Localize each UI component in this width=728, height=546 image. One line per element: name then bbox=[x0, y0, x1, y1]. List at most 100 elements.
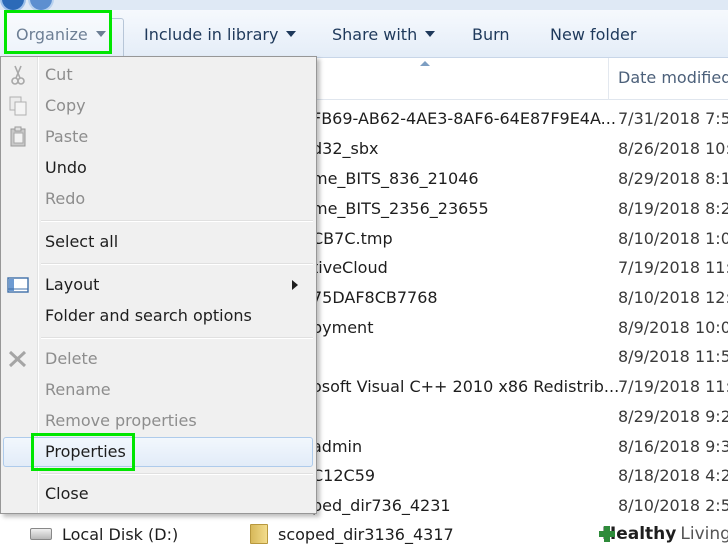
menu-item-label: Rename bbox=[45, 380, 111, 399]
column-header-date-modified[interactable]: Date modified bbox=[618, 68, 728, 87]
burn-button[interactable]: Burn bbox=[472, 10, 510, 58]
menu-item-label: Close bbox=[45, 484, 89, 503]
file-name: 75DAF8CB7768 bbox=[312, 288, 438, 307]
menu-item-label: Select all bbox=[45, 232, 119, 251]
table-row[interactable]: osoft Visual C++ 2010 x86 Redistrib... 7/… bbox=[250, 371, 728, 401]
file-date: 7/19/2018 11:4 bbox=[618, 258, 728, 277]
menu-item-label: Folder and search options bbox=[45, 306, 252, 325]
column-header-row: Date modified bbox=[250, 58, 728, 100]
column-divider[interactable] bbox=[608, 58, 609, 100]
menu-item-select-all[interactable]: Select all bbox=[1, 227, 316, 257]
table-row[interactable]: pyment 8/9/2018 10:06 bbox=[250, 312, 728, 342]
file-name: C12C59 bbox=[312, 466, 376, 485]
menu-item-copy[interactable]: Copy bbox=[1, 91, 316, 121]
file-date: 8/29/2018 9:26 bbox=[618, 407, 728, 426]
file-date: 8/9/2018 10:06 bbox=[618, 318, 728, 337]
burn-label: Burn bbox=[472, 24, 510, 44]
window-top-strip bbox=[0, 0, 728, 10]
file-name: admin bbox=[312, 437, 363, 456]
menu-separator bbox=[41, 263, 313, 265]
clipboard-icon bbox=[10, 126, 26, 147]
menu-item-label: Delete bbox=[45, 349, 98, 368]
file-name: CB7C.tmp bbox=[312, 229, 393, 248]
menu-item-folder-options[interactable]: Folder and search options bbox=[1, 301, 316, 331]
menu-item-undo[interactable]: Undo bbox=[1, 153, 316, 183]
list-item-folder[interactable]: scoped_dir3136_4317 bbox=[250, 522, 454, 546]
menu-item-close[interactable]: Close bbox=[1, 479, 316, 509]
file-date: 8/10/2018 2:57 bbox=[618, 496, 728, 515]
file-date: 7/19/2018 11:4 bbox=[618, 377, 728, 396]
share-with-label: Share with bbox=[332, 24, 418, 44]
menu-item-label: Redo bbox=[45, 189, 86, 208]
organize-menu: Cut Copy Paste Undo Redo Select all Layo… bbox=[0, 56, 317, 514]
menu-item-delete[interactable]: Delete bbox=[1, 344, 316, 374]
table-row[interactable]: admin 8/16/2018 9:36 bbox=[250, 431, 728, 461]
menu-item-redo[interactable]: Redo bbox=[1, 184, 316, 214]
table-row[interactable]: C12C59 8/18/2018 4:29 bbox=[250, 460, 728, 490]
drive-icon bbox=[30, 528, 52, 540]
file-name: ped_dir736_4231 bbox=[312, 496, 451, 515]
share-with-button[interactable]: Share with bbox=[332, 10, 436, 58]
include-in-library-label: Include in library bbox=[144, 24, 279, 44]
table-row[interactable]: ped_dir736_4231 8/10/2018 2:57 bbox=[250, 490, 728, 520]
file-name: pyment bbox=[312, 318, 374, 337]
layout-icon bbox=[7, 277, 29, 293]
table-row[interactable]: FB69-AB62-4AE3-8AF6-64E87F9E4A... 7/31/20… bbox=[250, 103, 728, 133]
table-row[interactable]: d32_sbx 8/26/2018 10:08 bbox=[250, 133, 728, 163]
delete-x-icon bbox=[8, 350, 27, 368]
folder-name: scoped_dir3136_4317 bbox=[278, 524, 454, 544]
file-name: FB69-AB62-4AE3-8AF6-64E87F9E4A... bbox=[312, 109, 616, 128]
file-date: 8/19/2018 8:24 bbox=[618, 199, 728, 218]
brand-name-light: Living bbox=[680, 524, 728, 544]
table-row[interactable]: tiveCloud 7/19/2018 11:4 bbox=[250, 252, 728, 282]
scissors-icon bbox=[11, 65, 25, 85]
table-row[interactable]: me_BITS_836_21046 8/29/2018 8:15 bbox=[250, 163, 728, 193]
menu-item-paste[interactable]: Paste bbox=[1, 122, 316, 152]
chevron-right-icon bbox=[292, 280, 298, 290]
menu-item-label: Cut bbox=[45, 65, 73, 84]
file-date: 8/29/2018 8:15 bbox=[618, 169, 728, 188]
file-name: me_BITS_2356_23655 bbox=[312, 199, 489, 218]
file-date: 8/18/2018 4:29 bbox=[618, 466, 728, 485]
menu-separator bbox=[41, 337, 313, 339]
file-date: 8/10/2018 1:08 bbox=[618, 229, 728, 248]
nav-item-local-disk[interactable]: Local Disk (D:) bbox=[30, 522, 178, 546]
table-row[interactable]: me_BITS_2356_23655 8/19/2018 8:24 bbox=[250, 193, 728, 223]
menu-separator bbox=[41, 220, 313, 222]
table-row[interactable]: 8/9/2018 11:55 bbox=[250, 341, 728, 371]
menu-item-label: Layout bbox=[45, 275, 100, 294]
include-in-library-button[interactable]: Include in library bbox=[144, 10, 297, 58]
menu-item-label: Copy bbox=[45, 96, 86, 115]
table-row[interactable]: CB7C.tmp 8/10/2018 1:08 bbox=[250, 223, 728, 253]
sort-ascending-icon bbox=[420, 61, 430, 66]
menu-item-cut[interactable]: Cut bbox=[1, 60, 316, 90]
file-name: tiveCloud bbox=[312, 258, 388, 277]
new-folder-label: New folder bbox=[550, 24, 637, 44]
nav-item-label: Local Disk (D:) bbox=[62, 524, 179, 544]
new-folder-button[interactable]: New folder bbox=[550, 10, 636, 58]
file-date: 8/9/2018 11:55 bbox=[618, 347, 728, 366]
file-date: 8/16/2018 9:36 bbox=[618, 437, 728, 456]
folder-icon bbox=[250, 524, 268, 544]
menu-item-remove-properties[interactable]: Remove properties bbox=[1, 406, 316, 436]
chevron-down-icon bbox=[286, 31, 297, 37]
file-date: 8/10/2018 12:08 bbox=[618, 288, 728, 307]
file-name: d32_sbx bbox=[312, 139, 379, 158]
menu-item-label: Undo bbox=[45, 158, 87, 177]
organize-highlight-box bbox=[4, 10, 112, 54]
menu-item-label: Remove properties bbox=[45, 411, 197, 430]
file-date: 8/26/2018 10:08 bbox=[618, 139, 728, 158]
menu-item-layout[interactable]: Layout bbox=[1, 270, 316, 300]
chevron-down-icon bbox=[425, 31, 436, 37]
properties-highlight-box bbox=[31, 433, 135, 471]
table-row[interactable]: 8/29/2018 9:26 bbox=[250, 401, 728, 431]
file-name: me_BITS_836_21046 bbox=[312, 169, 479, 188]
menu-separator bbox=[41, 473, 313, 475]
table-row[interactable]: 75DAF8CB7768 8/10/2018 12:08 bbox=[250, 282, 728, 312]
file-date: 7/31/2018 7:53 bbox=[618, 109, 728, 128]
file-list-pane: Date modified FB69-AB62-4AE3-8AF6-64E87F… bbox=[250, 58, 728, 546]
menu-item-rename[interactable]: Rename bbox=[1, 375, 316, 405]
menu-item-label: Paste bbox=[45, 127, 89, 146]
copy-icon bbox=[9, 96, 27, 116]
file-name: osoft Visual C++ 2010 x86 Redistrib... bbox=[312, 377, 620, 396]
